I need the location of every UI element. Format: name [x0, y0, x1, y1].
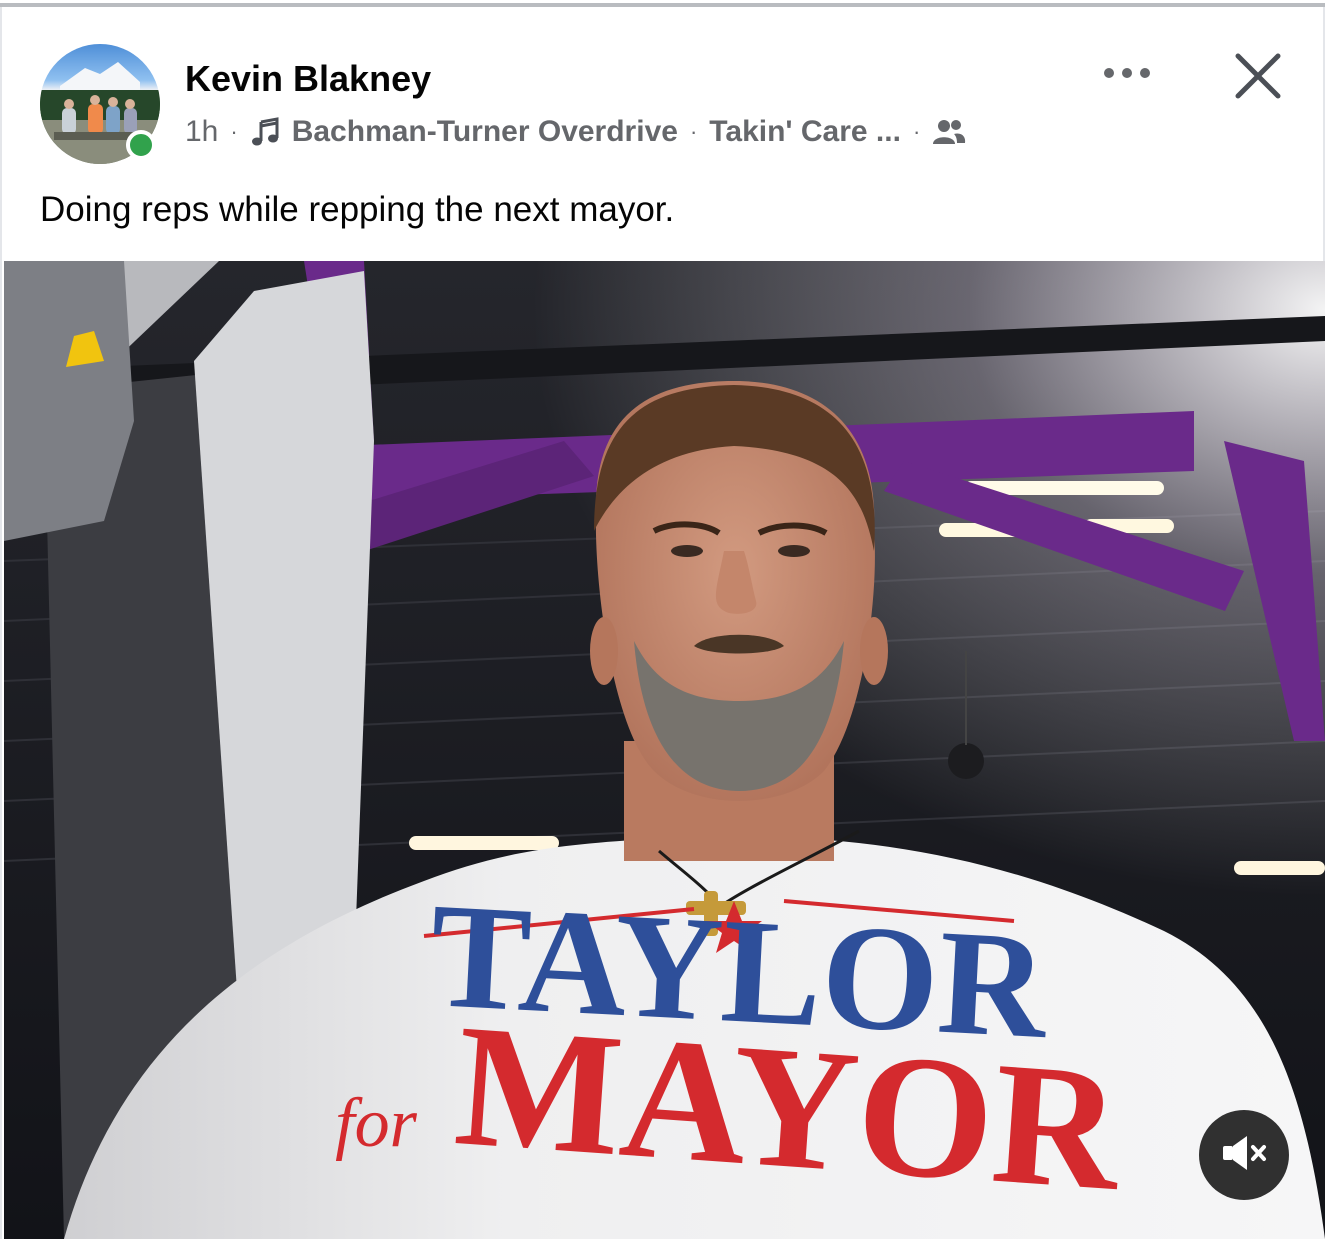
post-caption: Doing reps while repping the next mayor. [40, 190, 675, 229]
shirt-text-for: for [335, 1085, 417, 1162]
online-status-indicator [126, 130, 156, 160]
meta-separator: · [912, 119, 921, 144]
close-icon [1234, 52, 1282, 105]
music-note-icon [250, 116, 282, 148]
close-button[interactable] [1225, 45, 1291, 111]
author-name[interactable]: Kevin Blakney [185, 58, 431, 100]
post-meta: 1h · Bachman-Turner Overdrive · Takin' C… [185, 110, 966, 154]
more-options-icon [1102, 66, 1152, 85]
mute-toggle-button[interactable] [1199, 1110, 1289, 1200]
meta-separator: · [230, 119, 238, 144]
more-options-button[interactable] [1092, 50, 1162, 100]
post-header: Kevin Blakney 1h · Bachman-Turner Overdr… [0, 0, 1325, 260]
post-time[interactable]: 1h [185, 115, 218, 149]
post-photo[interactable]: TAYLOR for MAYOR [4, 261, 1325, 1239]
meta-separator: · [689, 119, 698, 144]
song-title-link[interactable]: Takin' Care ... [709, 115, 901, 149]
song-artist-link[interactable]: Bachman-Turner Overdrive [292, 115, 678, 149]
muted-speaker-icon [1220, 1133, 1268, 1178]
friends-audience-icon[interactable] [932, 117, 966, 147]
